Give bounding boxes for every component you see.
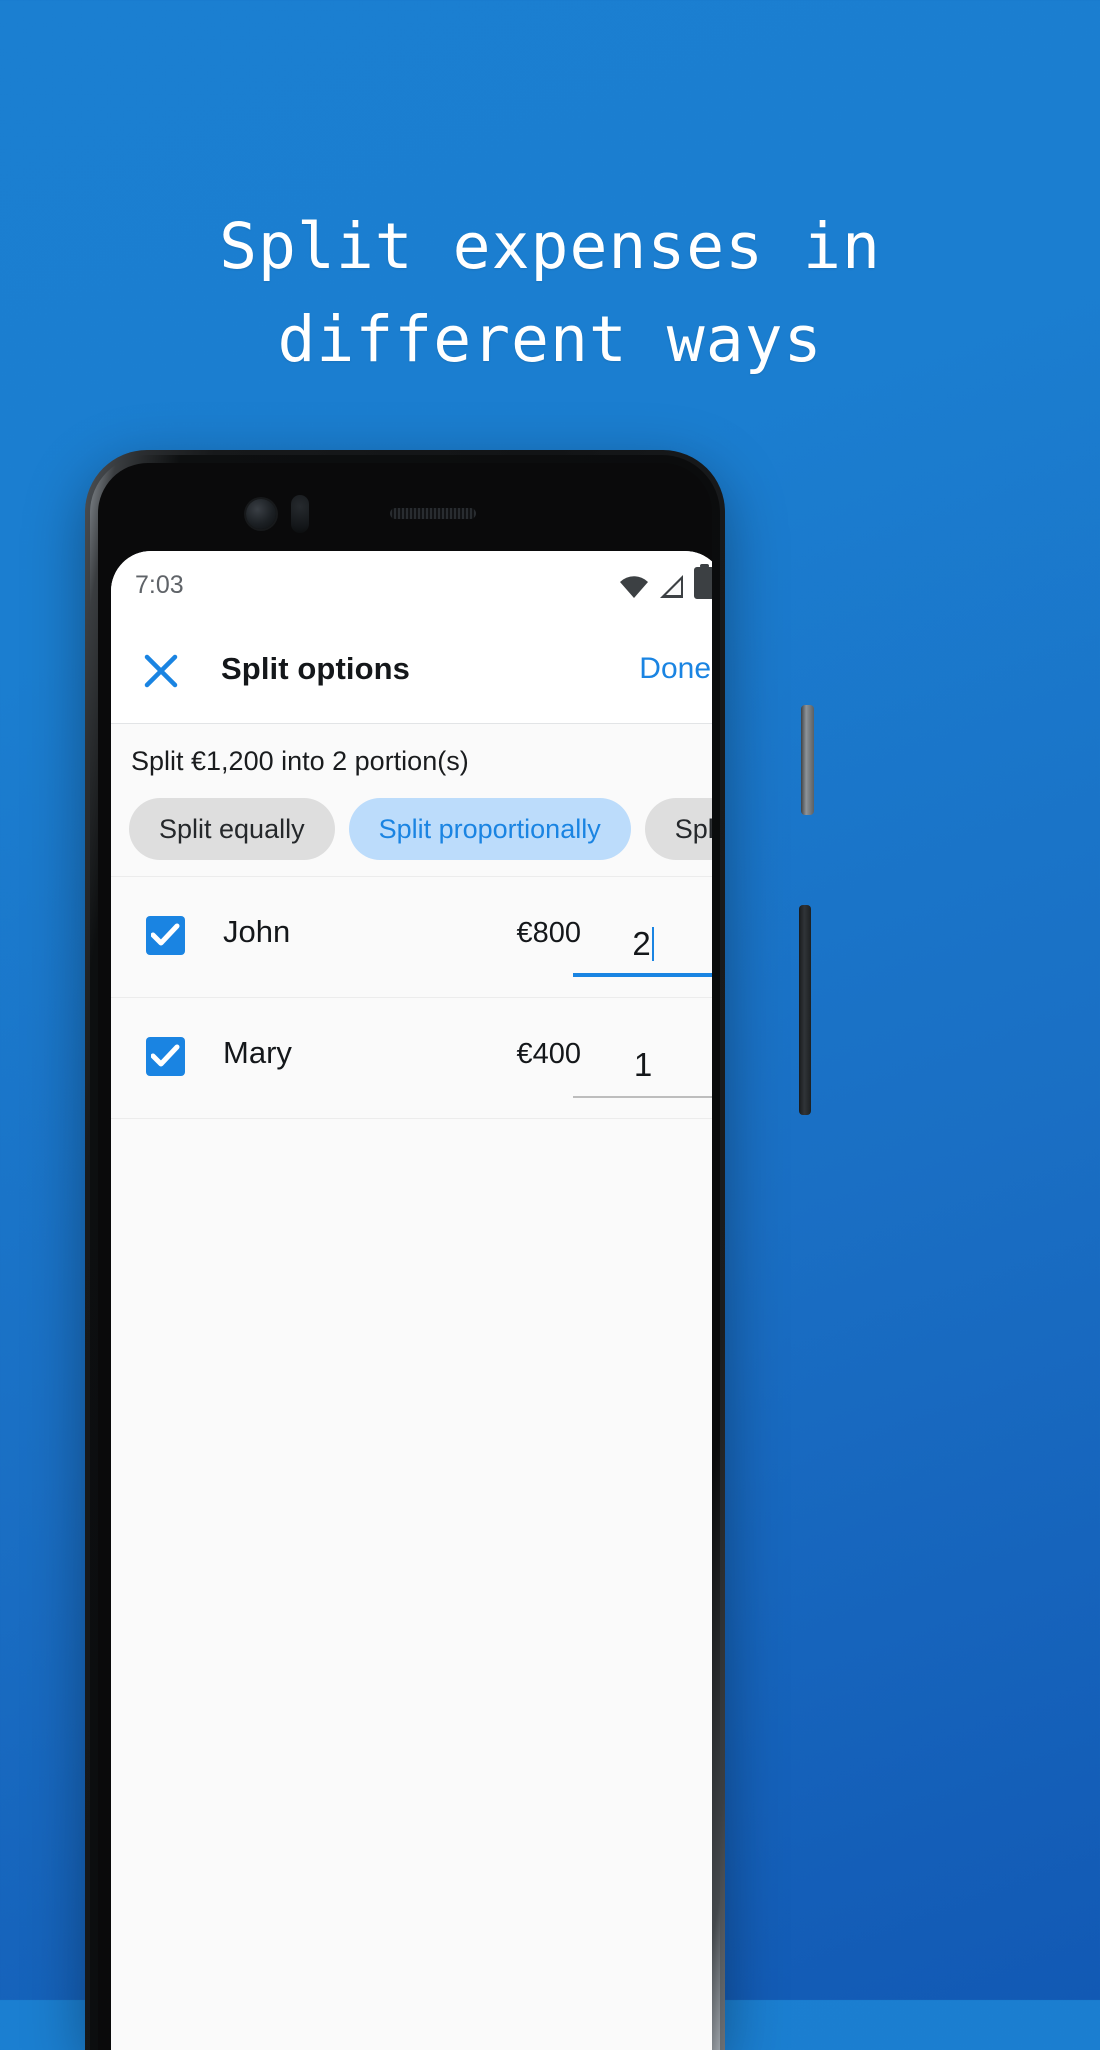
status-bar: 7:03 <box>111 551 712 619</box>
participant-amount: €400 <box>516 1038 581 1070</box>
text-cursor <box>651 927 654 961</box>
portion-value: 1 <box>633 1046 653 1083</box>
input-underline <box>573 973 712 977</box>
phone-mockup: 7:03 Split options Done Split €1,200 int… <box>85 450 814 2050</box>
app-screen: 7:03 Split options Done Split €1,200 int… <box>111 551 712 2050</box>
portion-input-mary[interactable]: 1 <box>573 1022 712 1098</box>
headline-line-1: Split expenses in <box>219 210 881 283</box>
portion-input-john[interactable]: 2 <box>573 901 712 977</box>
split-caption: Split €1,200 into 2 portion(s) <box>131 746 469 776</box>
status-icons <box>619 564 712 599</box>
table-row[interactable]: John €800 2 <box>111 876 712 998</box>
volume-button[interactable] <box>799 905 811 1115</box>
participant-name: John <box>223 914 291 949</box>
front-camera-icon <box>246 499 276 529</box>
app-bar: Split options Done <box>111 619 712 724</box>
participant-amount: €800 <box>516 917 581 949</box>
participant-list: John €800 2 Mary €400 1 <box>111 876 712 1939</box>
wifi-icon <box>619 575 649 599</box>
phone-bezel-top: 7:03 Split options Done Split €1,200 int… <box>98 463 712 2050</box>
promo-headline: Split expenses in different ways <box>0 200 1100 386</box>
page-title: Split options <box>221 651 410 686</box>
split-mode-chip-group: Split equally Split proportionally Split… <box>129 798 712 860</box>
checkbox-mary[interactable] <box>146 1037 185 1076</box>
chip-split-by-amount[interactable]: Split by amount <box>644 798 712 860</box>
headline-line-2: different ways <box>277 303 823 376</box>
earpiece-speaker-icon <box>390 508 476 519</box>
portion-value: 2 <box>632 925 651 962</box>
close-icon[interactable] <box>137 647 185 695</box>
chip-split-proportionally[interactable]: Split proportionally <box>348 798 631 860</box>
done-button[interactable]: Done <box>639 652 711 686</box>
checkbox-john[interactable] <box>146 916 185 955</box>
proximity-sensor-icon <box>291 495 309 533</box>
table-row[interactable]: Mary €400 1 <box>111 998 712 1119</box>
power-button[interactable] <box>801 705 814 815</box>
sheet-empty-space <box>111 1119 712 1939</box>
split-options-sheet: Split €1,200 into 2 portion(s) Split equ… <box>111 724 712 2050</box>
chip-split-equally[interactable]: Split equally <box>129 798 335 860</box>
input-underline <box>573 1096 712 1098</box>
signal-icon <box>658 574 685 599</box>
battery-icon <box>694 564 712 599</box>
participant-name: Mary <box>223 1035 292 1070</box>
status-time: 7:03 <box>135 571 184 599</box>
